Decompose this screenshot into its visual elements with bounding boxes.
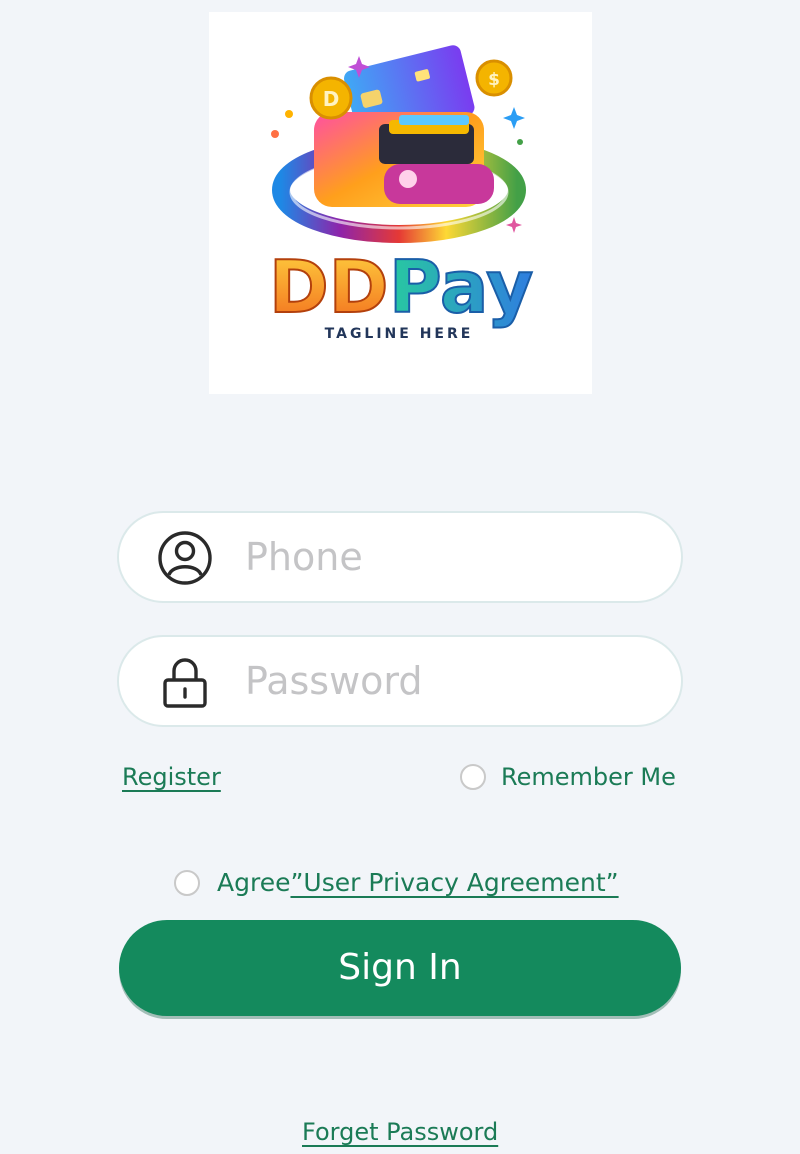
user-circle-icon [158, 531, 212, 585]
logo-brand-pay: Pay [389, 245, 533, 329]
agreement-row: Agree”User Privacy Agreement” [217, 868, 619, 897]
sign-in-button[interactable]: Sign In [119, 920, 681, 1016]
logo-brand-dd: DD [269, 245, 389, 329]
agree-radio[interactable] [174, 870, 200, 896]
agree-label: Agree [217, 868, 291, 897]
password-field[interactable] [117, 635, 683, 727]
svg-text:D: D [323, 87, 340, 111]
forget-password-link[interactable]: Forget Password [302, 1118, 498, 1146]
remember-me-label[interactable]: Remember Me [501, 763, 676, 791]
password-input[interactable] [245, 651, 645, 711]
phone-field[interactable] [117, 511, 683, 603]
svg-text:$: $ [488, 70, 500, 90]
remember-me-radio[interactable] [460, 764, 486, 790]
phone-input[interactable] [245, 527, 645, 587]
logo-tagline: TAGLINE HERE [325, 326, 474, 342]
privacy-agreement-link[interactable]: ”User Privacy Agreement” [290, 868, 618, 897]
register-link[interactable]: Register [122, 763, 221, 791]
lock-icon [163, 658, 207, 708]
app-logo: D $ DD Pay TAGLINE HERE [209, 12, 592, 394]
wallet-logo-graphic: D $ DD Pay TAGLINE HERE [268, 45, 534, 342]
